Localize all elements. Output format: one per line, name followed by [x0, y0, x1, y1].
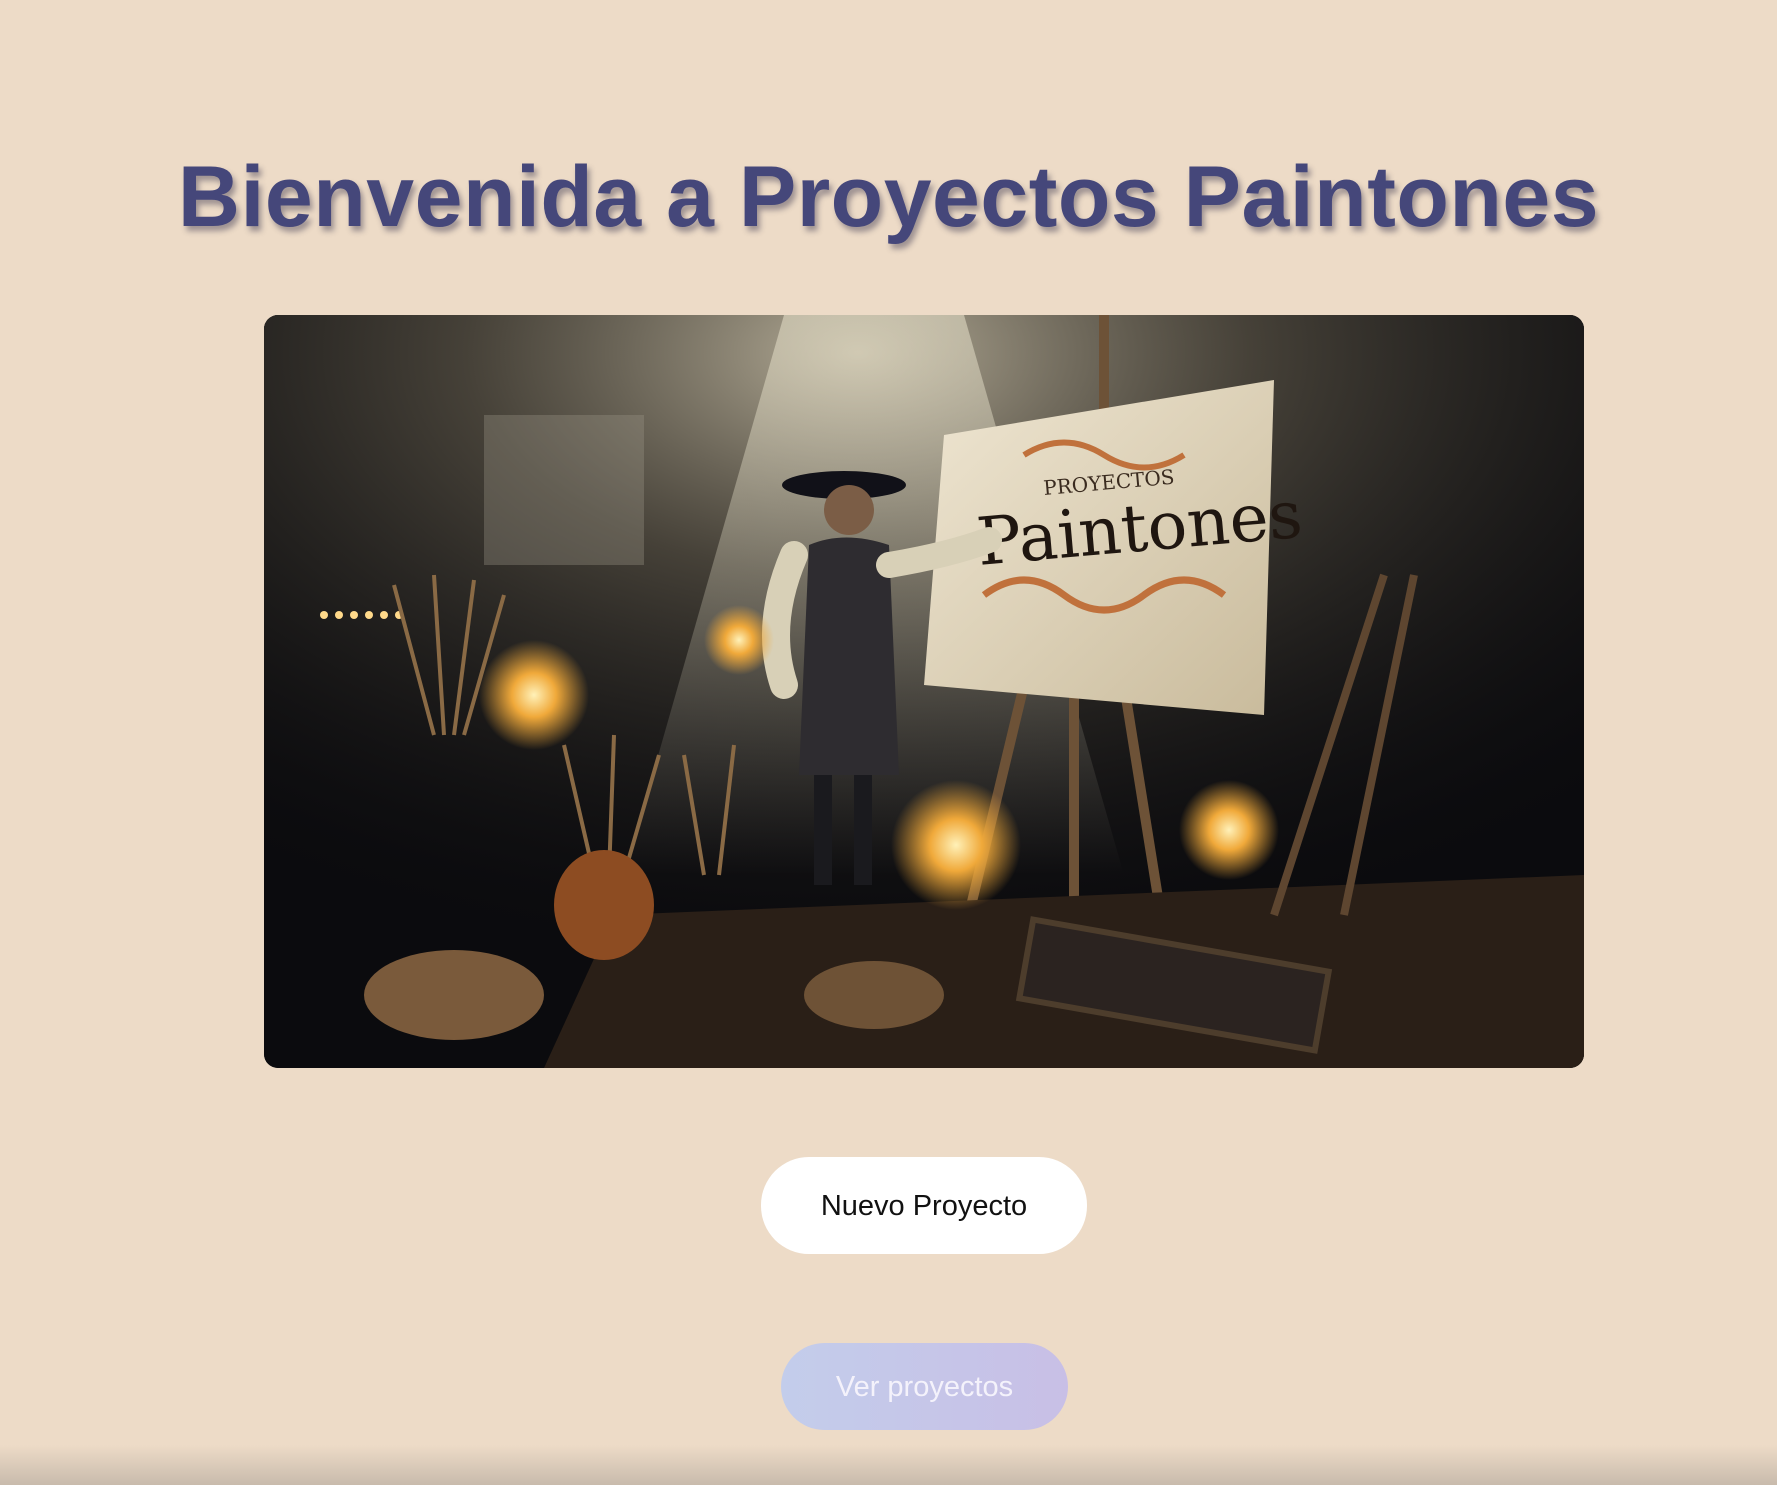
new-project-button[interactable]: Nuevo Proyecto: [761, 1157, 1087, 1254]
hero-image: PROYECTOS Paintones: [264, 315, 1584, 1068]
page-title: Bienvenida a Proyectos Paintones: [177, 149, 1600, 245]
lantern-icon: [1179, 780, 1279, 880]
view-projects-button[interactable]: Ver proyectos: [781, 1343, 1068, 1430]
paint-palette: [804, 961, 944, 1029]
paint-palette: [364, 950, 544, 1040]
hanging-cloth: [484, 415, 644, 565]
painter-studio-illustration: PROYECTOS Paintones: [264, 315, 1584, 1068]
welcome-page: Bienvenida a Proyectos Paintones PROYECT…: [0, 0, 1777, 1485]
lantern-icon: [891, 780, 1021, 910]
clay-pot: [554, 850, 654, 960]
lantern-icon: [479, 640, 589, 750]
lantern-icon: [704, 605, 774, 675]
